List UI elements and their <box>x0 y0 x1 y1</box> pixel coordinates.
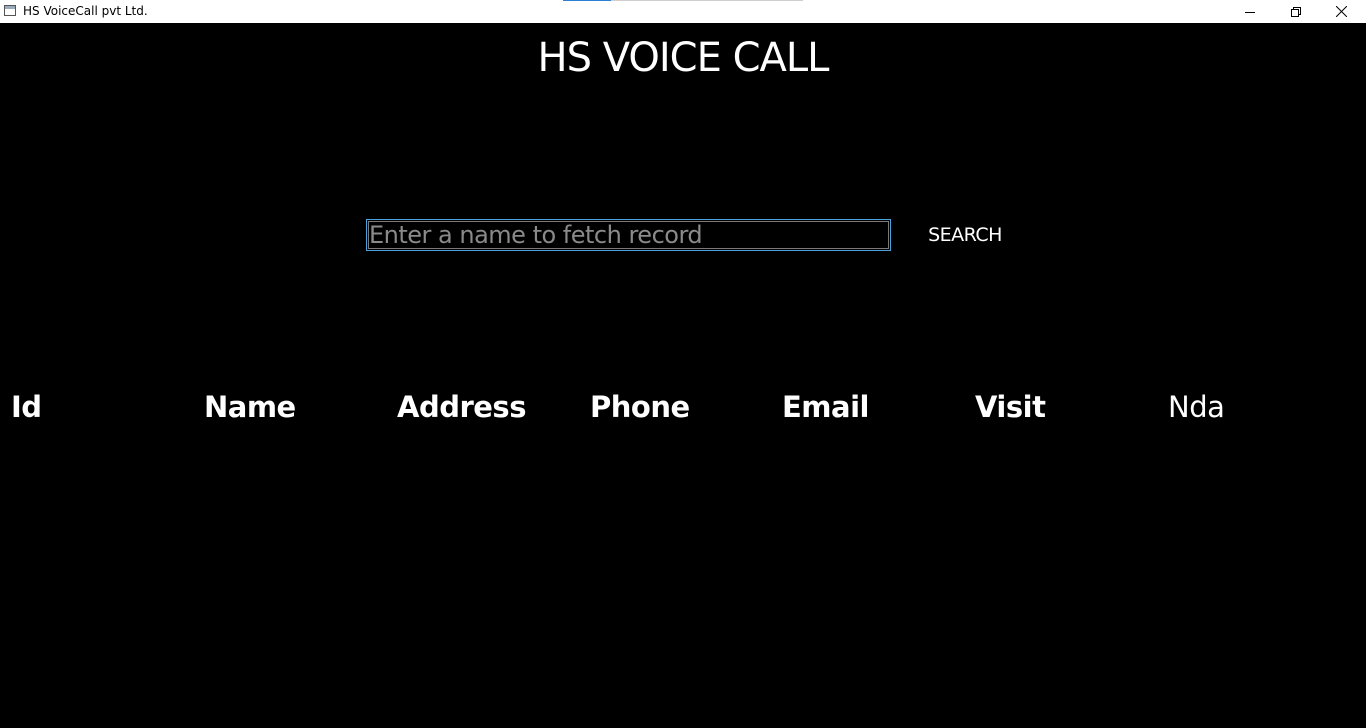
minimize-icon <box>1245 11 1255 13</box>
window-titlebar[interactable]: HS VoiceCall pvt Ltd. <box>0 0 1366 23</box>
column-header-nda: Nda <box>1168 390 1225 424</box>
search-button[interactable]: SEARCH <box>912 219 1018 251</box>
page-title: HS VOICE CALL <box>537 35 830 81</box>
column-header-email: Email <box>782 390 869 424</box>
window-title: HS VoiceCall pvt Ltd. <box>23 4 148 18</box>
column-header-name: Name <box>204 390 296 424</box>
column-header-address: Address <box>397 390 526 424</box>
column-header-id: Id <box>11 390 42 424</box>
close-icon <box>1335 6 1347 17</box>
close-button[interactable] <box>1318 0 1364 23</box>
app-icon <box>4 5 16 16</box>
search-input[interactable] <box>366 219 891 251</box>
title-accent-strip <box>563 0 803 1</box>
column-header-phone: Phone <box>590 390 690 424</box>
minimize-button[interactable] <box>1227 0 1273 23</box>
restore-icon <box>1291 6 1301 17</box>
restore-button[interactable] <box>1273 0 1319 23</box>
column-header-visit: Visit <box>975 390 1046 424</box>
